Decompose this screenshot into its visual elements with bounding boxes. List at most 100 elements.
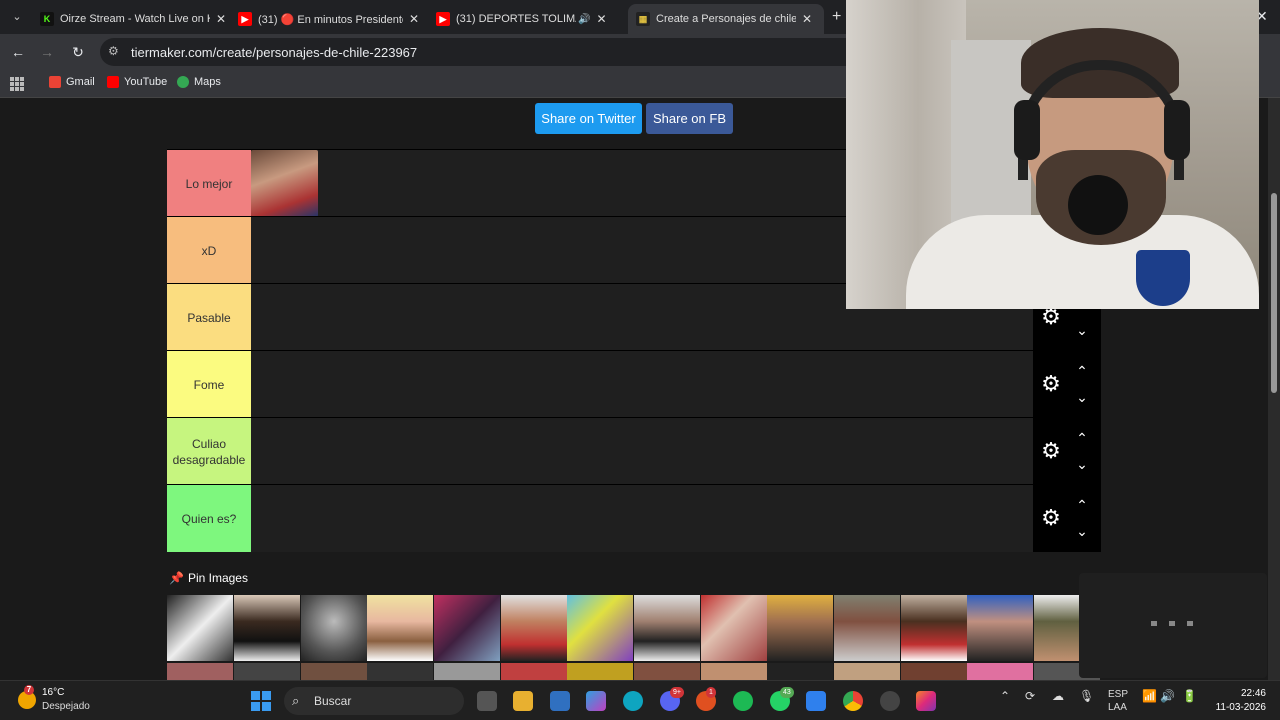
wifi-icon[interactable]: 📶 (1142, 689, 1157, 703)
character-thumbnail[interactable] (834, 663, 900, 680)
character-thumbnail[interactable] (901, 595, 967, 661)
search-icon: ⌕ (292, 693, 300, 708)
address-bar[interactable]: ⚙ tiermaker.com/create/personajes-de-chi… (100, 38, 860, 66)
character-thumbnail[interactable] (434, 595, 500, 661)
chevron-up-icon[interactable]: ⌃ (1073, 364, 1091, 378)
tier-drop-zone[interactable] (251, 418, 1033, 485)
taskbar-search[interactable]: ⌕ Buscar (284, 687, 464, 715)
character-thumbnail[interactable] (251, 150, 318, 217)
back-icon[interactable]: ← (9, 43, 27, 61)
tier-controls: ⚙ ⌃ ⌄ (1033, 485, 1101, 552)
maps-icon (177, 76, 189, 88)
bookmark-youtube[interactable]: YouTube (107, 76, 167, 88)
character-thumbnail[interactable] (634, 663, 700, 680)
pin-images-toggle[interactable]: 📌 Pin Images (169, 571, 248, 585)
tier-row: Quien es? ⚙ ⌃ ⌄ (167, 484, 1101, 552)
character-thumbnail[interactable] (234, 595, 300, 661)
chevron-down-icon[interactable]: ⌄ (1073, 390, 1091, 404)
bookmark-gmail[interactable]: Gmail (49, 76, 95, 88)
chevron-down-icon[interactable]: ⌄ (1073, 323, 1091, 337)
close-tab-icon[interactable]: ✕ (596, 12, 606, 26)
character-thumbnail[interactable] (567, 663, 633, 680)
chevron-up-icon[interactable]: ⌃ (1073, 431, 1091, 445)
chevron-down-icon[interactable]: ⌄ (1073, 524, 1091, 538)
character-thumbnail[interactable] (434, 663, 500, 680)
copilot-icon[interactable] (586, 691, 606, 711)
site-info-icon[interactable]: ⚙ (108, 44, 119, 58)
share-fb-button[interactable]: Share on FB (646, 103, 733, 134)
close-tab-icon[interactable]: ✕ (216, 12, 226, 26)
gear-icon[interactable]: ⚙ (1039, 439, 1063, 463)
tab-tiermaker[interactable]: ▦ Create a Personajes de chile Tie ✕ (628, 4, 824, 34)
gear-icon[interactable]: ⚙ (1039, 506, 1063, 530)
reload-icon[interactable]: ↻ (69, 43, 87, 61)
character-thumbnail[interactable] (234, 663, 300, 680)
character-thumbnail[interactable] (167, 663, 233, 680)
volume-icon[interactable]: 🔊 (1160, 689, 1175, 703)
cloud-icon[interactable]: ☁ (1052, 689, 1064, 703)
tab-youtube-deportes[interactable]: ▶ (31) DEPORTES TOLIMA vs C 🔊 ✕ (428, 4, 615, 34)
character-thumbnail[interactable] (701, 595, 767, 661)
language-indicator[interactable]: ESP LAA (1108, 688, 1128, 714)
character-thumbnail[interactable] (567, 595, 633, 661)
character-thumbnail[interactable] (967, 663, 1033, 680)
sync-icon[interactable]: ⟳ (1025, 689, 1035, 703)
forward-icon[interactable]: → (38, 43, 56, 61)
bookmark-maps[interactable]: Maps (177, 76, 221, 88)
character-thumbnail[interactable] (367, 595, 433, 661)
weather-widget[interactable]: 7 16°C Despejado (18, 685, 90, 712)
character-thumbnail[interactable] (701, 663, 767, 680)
speaker-icon[interactable]: 🔊 (578, 14, 590, 25)
character-thumbnail[interactable] (901, 663, 967, 680)
close-tab-icon[interactable]: ✕ (409, 12, 419, 26)
character-thumbnail[interactable] (767, 663, 833, 680)
task-view-icon[interactable] (477, 691, 497, 711)
spotify-icon[interactable] (733, 691, 753, 711)
character-thumbnail[interactable] (767, 595, 833, 661)
snipping-tool-icon[interactable] (806, 691, 826, 711)
close-tab-icon[interactable]: ✕ (802, 12, 812, 26)
share-twitter-button[interactable]: Share on Twitter (535, 103, 642, 134)
obs-icon[interactable] (880, 691, 900, 711)
windows-start-icon[interactable] (251, 691, 271, 711)
tier-label[interactable]: Quien es? (167, 485, 251, 552)
character-thumbnail[interactable] (501, 663, 567, 680)
character-thumbnail[interactable] (501, 595, 567, 661)
clock[interactable]: 22:46 11-03-2026 (1210, 687, 1266, 715)
chrome-icon[interactable] (843, 691, 863, 711)
tier-drop-zone[interactable] (251, 351, 1033, 418)
tier-label[interactable]: Pasable (167, 284, 251, 351)
character-thumbnail[interactable] (367, 663, 433, 680)
youtube-icon: ▶ (238, 12, 252, 26)
instagram-icon[interactable] (916, 691, 936, 711)
scrollbar-thumb[interactable] (1271, 193, 1277, 393)
character-thumbnail[interactable] (967, 595, 1033, 661)
tier-controls: ⚙ ⌃ ⌄ (1033, 418, 1101, 485)
tier-label[interactable]: Culiao desagradable (167, 418, 251, 485)
new-tab-icon[interactable]: + (832, 8, 841, 26)
character-thumbnail[interactable] (634, 595, 700, 661)
url-text: tiermaker.com/create/personajes-de-chile… (131, 45, 418, 60)
store-icon[interactable] (550, 691, 570, 711)
tab-search-button[interactable]: ⌄ (8, 8, 26, 26)
tier-label[interactable]: Fome (167, 351, 251, 418)
apps-icon[interactable] (10, 77, 24, 91)
file-explorer-icon[interactable] (513, 691, 533, 711)
tab-kick-stream[interactable]: K Oirze Stream - Watch Live on K ✕ (32, 4, 234, 34)
tier-drop-zone[interactable] (251, 485, 1033, 552)
character-thumbnail[interactable] (301, 663, 367, 680)
chevron-down-icon[interactable]: ⌄ (1073, 457, 1091, 471)
chevron-up-icon[interactable]: ⌃ (1073, 498, 1091, 512)
gear-icon[interactable]: ⚙ (1039, 372, 1063, 396)
tier-label[interactable]: xD (167, 217, 251, 284)
tab-youtube-presidente[interactable]: ▶ (31) 🔴 En minutos Presidente ✕ (230, 4, 427, 34)
character-thumbnail[interactable] (301, 595, 367, 661)
page-scrollbar[interactable] (1268, 98, 1280, 680)
tier-label[interactable]: Lo mejor (167, 150, 251, 217)
chevron-up-icon[interactable]: ⌃ (1000, 689, 1010, 703)
battery-icon[interactable]: 🔋 (1182, 689, 1197, 703)
edge-icon[interactable] (623, 691, 643, 711)
character-thumbnail[interactable] (167, 595, 233, 661)
character-thumbnail[interactable] (834, 595, 900, 661)
microphone-icon[interactable]: 🎙 (1079, 689, 1094, 703)
